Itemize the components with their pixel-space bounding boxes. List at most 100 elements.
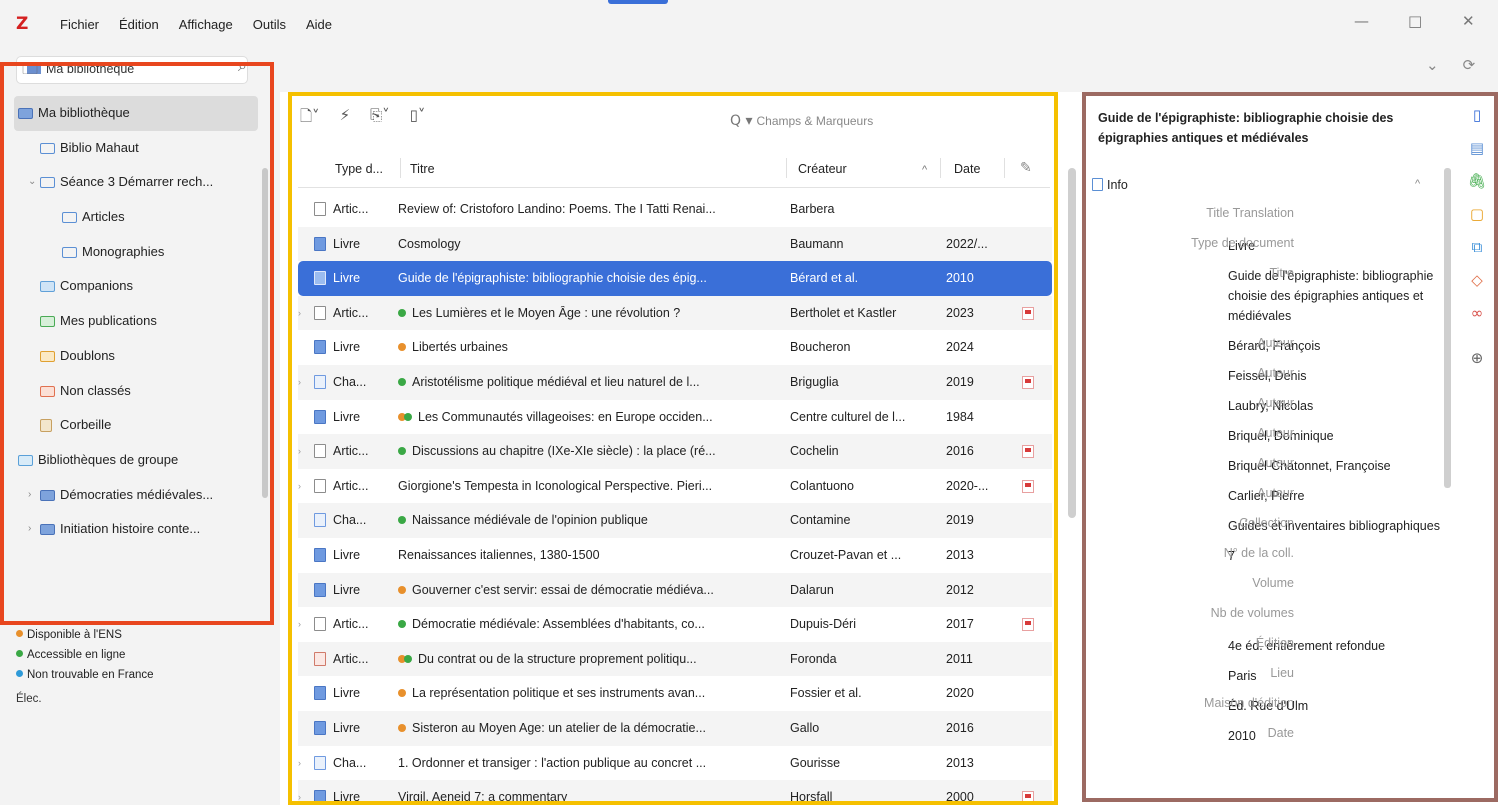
- item-row[interactable]: › Livre Virgil, Aeneid 7: a commentary Hors…: [298, 780, 1052, 805]
- menu-affichage[interactable]: Affichage: [179, 17, 233, 32]
- column-separator[interactable]: [940, 158, 941, 178]
- maximize-button[interactable]: □: [1408, 12, 1422, 30]
- column-separator[interactable]: [786, 158, 787, 178]
- menu-fichier[interactable]: Fichier: [60, 17, 99, 32]
- item-pane-scrollbar[interactable]: [1444, 168, 1451, 488]
- expand-icon[interactable]: ›: [298, 619, 308, 629]
- column-date[interactable]: Date: [954, 162, 980, 176]
- column-separator[interactable]: [400, 158, 401, 178]
- related-section-icon[interactable]: ∞: [1462, 304, 1492, 337]
- collections-scrollbar[interactable]: [262, 168, 268, 498]
- collection-item[interactable]: Monographies: [14, 235, 258, 270]
- collection-item[interactable]: Corbeille: [14, 408, 258, 443]
- pdf-attachment-icon[interactable]: [1022, 306, 1034, 320]
- new-collection-icon[interactable]: 🗀: [22, 58, 38, 85]
- twisty-icon[interactable]: ›: [28, 512, 31, 546]
- collection-item[interactable]: Bibliothèques de groupe: [14, 443, 258, 478]
- expand-icon[interactable]: ›: [298, 792, 308, 802]
- search-mode-icon[interactable]: Q ▾: [730, 113, 753, 129]
- tag-item[interactable]: Non trouvable en France: [16, 665, 154, 685]
- pdf-attachment-icon[interactable]: [1022, 375, 1034, 389]
- menu-edition[interactable]: Édition: [119, 17, 159, 32]
- item-row[interactable]: › Artic... Giorgione's Tempesta in Iconolo…: [298, 469, 1052, 504]
- sort-ascending-icon[interactable]: ^: [922, 164, 927, 176]
- field-value[interactable]: Guide de l'épigraphiste: bibliographie c…: [1228, 266, 1440, 326]
- collection-item[interactable]: ⌄ Séance 3 Démarrer rech...: [14, 165, 258, 200]
- tag-item[interactable]: Accessible en ligne: [16, 645, 154, 665]
- add-attachment-icon[interactable]: ⎘˅: [370, 106, 390, 131]
- item-date: 2022/...: [946, 236, 988, 251]
- collection-item[interactable]: ⌄Ma bibliothèque: [14, 96, 258, 131]
- item-row[interactable]: Livre Guide de l'épigraphiste: bibliograp…: [298, 261, 1052, 296]
- new-note-icon[interactable]: ▯˅: [410, 106, 426, 131]
- field-value[interactable]: 2010: [1228, 726, 1440, 746]
- locate-icon[interactable]: ⊕: [1462, 349, 1492, 382]
- minimize-button[interactable]: —: [1354, 12, 1369, 30]
- item-row[interactable]: Livre Gouverner c'est servir: essai de dé…: [298, 572, 1052, 608]
- item-title-cell: Aristotélisme politique médiéval et lieu…: [398, 375, 790, 389]
- notes-section-icon[interactable]: ▢: [1462, 205, 1492, 238]
- pdf-attachment-icon[interactable]: [1022, 791, 1034, 805]
- item-row[interactable]: Livre Les Communautés villageoises: en Eu…: [298, 400, 1052, 435]
- info-section-header[interactable]: Info: [1092, 178, 1128, 192]
- tags-section-icon[interactable]: ◇: [1462, 271, 1492, 304]
- item-row[interactable]: Cha... Naissance médiévale de l'opinion p…: [298, 503, 1052, 538]
- search-icon[interactable]: ⌕: [238, 56, 247, 76]
- item-row[interactable]: Livre Renaissances italiennes, 1380-1500 C…: [298, 538, 1052, 573]
- column-creator[interactable]: Créateur: [798, 162, 847, 176]
- column-type[interactable]: Type d...: [335, 162, 383, 176]
- expand-icon[interactable]: ›: [298, 758, 308, 768]
- items-search[interactable]: Q ▾ Champs & Marqueurs: [730, 113, 873, 129]
- item-row[interactable]: Artic... Du contrat ou de la structure pr…: [298, 641, 1052, 677]
- item-row[interactable]: Livre Libertés urbaines Boucheron 2024: [298, 330, 1052, 365]
- expand-icon[interactable]: ›: [298, 377, 308, 387]
- collection-item[interactable]: › Initiation histoire conte...: [14, 512, 258, 547]
- item-row[interactable]: › Cha... Aristotélisme politique médiéval …: [298, 364, 1052, 400]
- tag-item[interactable]: Élec.: [16, 693, 154, 705]
- collection-item[interactable]: Doublons: [14, 339, 258, 374]
- pdf-attachment-icon[interactable]: [1022, 618, 1034, 632]
- collection-item[interactable]: › Démocraties médiévales...: [14, 478, 258, 513]
- abstract-section-icon[interactable]: ▤: [1462, 139, 1492, 172]
- twisty-icon[interactable]: ⌄: [28, 165, 36, 199]
- tag-item[interactable]: Disponible à l'ENS: [16, 625, 154, 645]
- item-row[interactable]: › Artic... Démocratie médiévale: Assemblée…: [298, 607, 1052, 642]
- collection-item[interactable]: Articles: [14, 200, 258, 235]
- close-button[interactable]: ✕: [1462, 12, 1475, 30]
- pdf-attachment-icon[interactable]: [1022, 445, 1034, 459]
- collection-item[interactable]: Companions: [14, 269, 258, 304]
- expand-icon[interactable]: ›: [298, 446, 308, 456]
- item-row[interactable]: Livre La représentation politique et ses …: [298, 676, 1052, 711]
- item-row[interactable]: Artic... Review of: Cristoforo Landino: P…: [298, 192, 1052, 227]
- item-row[interactable]: › Artic... Les Lumières et le Moyen Âge : …: [298, 295, 1052, 331]
- expand-icon[interactable]: ›: [298, 308, 308, 318]
- add-by-identifier-icon[interactable]: ⚡: [340, 106, 351, 131]
- menu-outils[interactable]: Outils: [253, 17, 286, 32]
- collection-item[interactable]: Biblio Mahaut: [14, 131, 258, 166]
- collection-item[interactable]: Mes publications: [14, 304, 258, 339]
- item-row[interactable]: › Artic... Discussions au chapitre (IXe-XI…: [298, 434, 1052, 469]
- column-title[interactable]: Titre: [410, 162, 435, 176]
- item-row[interactable]: Livre Sisteron au Moyen Age: un atelier d…: [298, 710, 1052, 746]
- expand-icon[interactable]: ›: [298, 481, 308, 491]
- menu-aide[interactable]: Aide: [306, 17, 332, 32]
- twisty-icon[interactable]: ›: [28, 478, 31, 512]
- collection-label: Ma bibliothèque: [38, 105, 130, 120]
- item-row[interactable]: › Cha... 1. Ordonner et transiger : l'acti…: [298, 746, 1052, 781]
- chevron-down-icon[interactable]: ⌄: [1426, 56, 1439, 74]
- attachments-section-icon[interactable]: 🖇: [1462, 172, 1492, 205]
- items-scrollbar[interactable]: [1068, 168, 1076, 518]
- new-item-icon[interactable]: 🗋˅: [300, 106, 320, 131]
- attachment-column-icon[interactable]: ✎: [1020, 160, 1032, 176]
- libraries-collections-section-icon[interactable]: ⧉: [1462, 238, 1492, 271]
- collapse-icon[interactable]: ^: [1415, 178, 1420, 190]
- pdf-attachment-icon[interactable]: [1022, 479, 1034, 493]
- item-row[interactable]: Livre Cosmology Baumann 2022/...: [298, 226, 1052, 262]
- field-value[interactable]: Paris: [1228, 666, 1440, 686]
- info-section-icon[interactable]: ▯: [1462, 106, 1492, 139]
- sync-icon[interactable]: ⟳: [1463, 56, 1476, 74]
- library-selector[interactable]: Ma bibliothèque: [16, 56, 248, 84]
- column-separator[interactable]: [1004, 158, 1005, 178]
- item-creator: Contamine: [790, 513, 851, 528]
- collection-item[interactable]: Non classés: [14, 374, 258, 409]
